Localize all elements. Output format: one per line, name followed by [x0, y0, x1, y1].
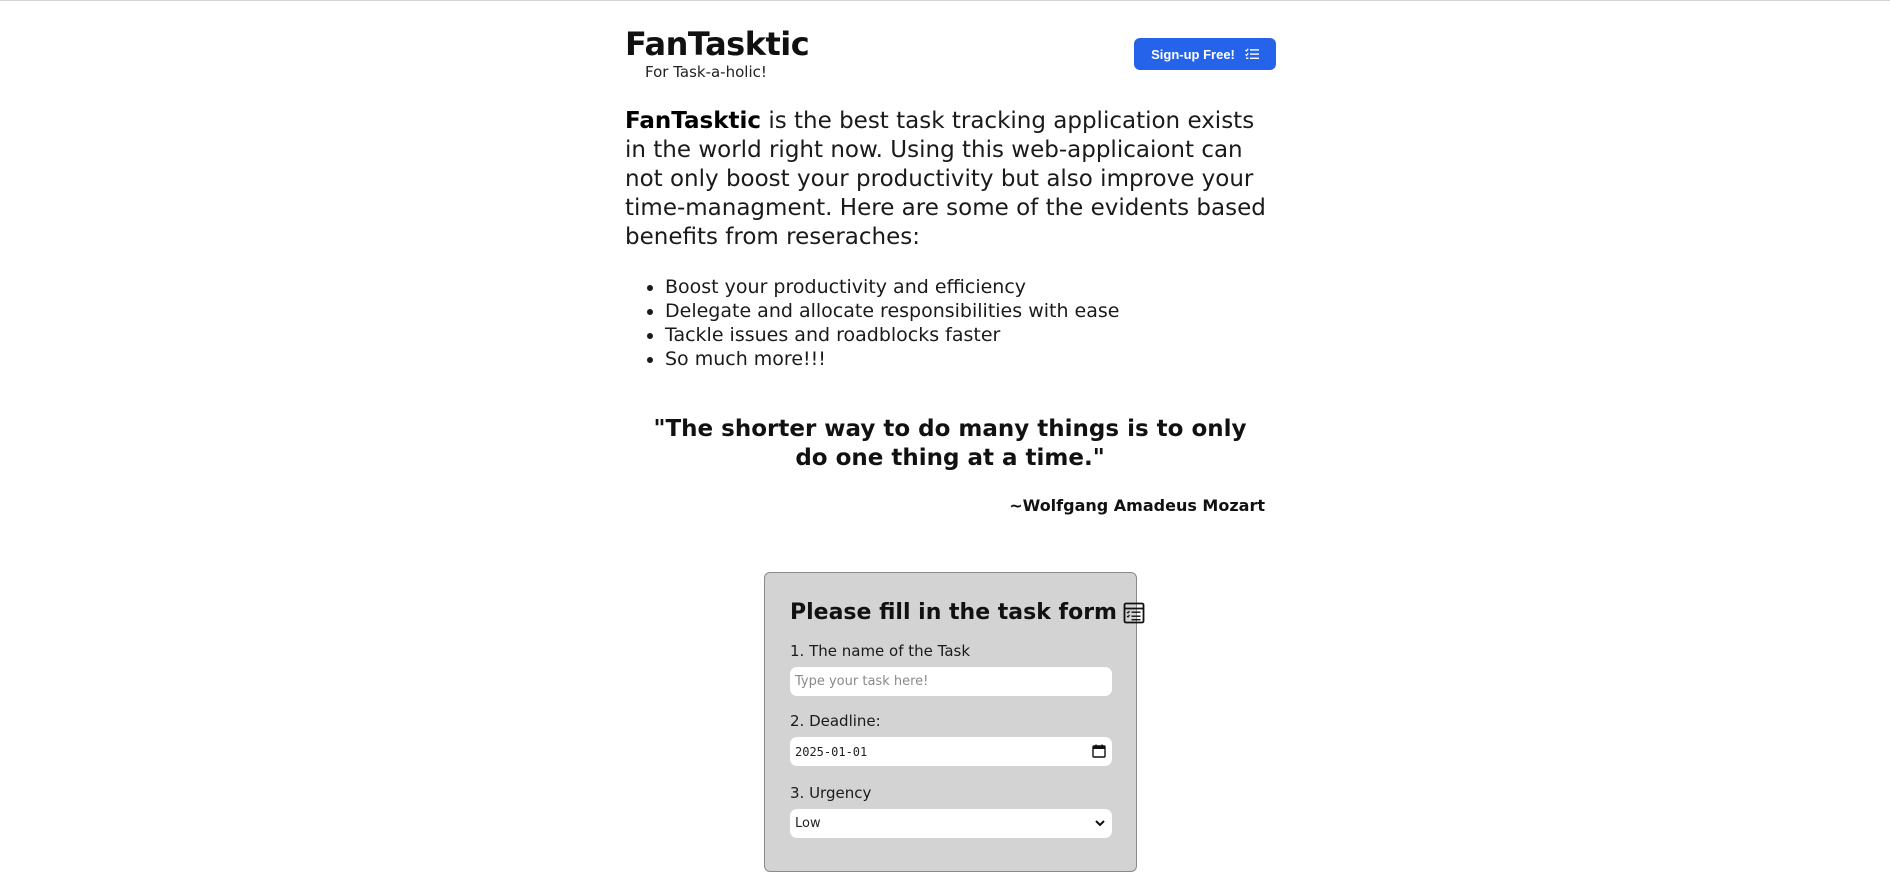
deadline-value: 2025-01-01 — [795, 744, 868, 759]
task-form: Please fill in the task form 1. The name… — [764, 572, 1145, 872]
task-name-input[interactable]: Type your task here! — [790, 667, 1112, 696]
deadline-input[interactable]: 2025-01-01 — [790, 737, 1112, 766]
chevron-down-icon — [1094, 818, 1106, 828]
urgency-select[interactable]: Low — [790, 809, 1112, 838]
list-item: Tackle issues and roadblocks faster — [665, 323, 1265, 347]
form-title: Please fill in the task form — [790, 599, 1145, 627]
quote-author: ~Wolfgang Amadeus Mozart — [1009, 496, 1265, 515]
calendar-icon[interactable] — [1092, 744, 1106, 758]
brand-title: FanTasktic — [625, 25, 810, 63]
list-item: So much more!!! — [665, 347, 1265, 371]
form-title-text: Please fill in the task form — [790, 600, 1117, 625]
site-header: FanTasktic For Task-a-holic! Sign-up Fre… — [625, 24, 1276, 84]
signup-button[interactable]: Sign-up Free! — [1134, 38, 1276, 70]
list-item: Boost your productivity and efficiency — [665, 275, 1265, 299]
deadline-label: 2. Deadline: — [790, 712, 881, 730]
task-list-icon — [1244, 48, 1259, 60]
task-name-placeholder: Type your task here! — [795, 674, 929, 689]
clipboard-list-icon — [1123, 602, 1145, 624]
signup-button-label: Sign-up Free! — [1151, 46, 1235, 62]
benefits-list: Boost your productivity and efficiency D… — [665, 275, 1265, 371]
urgency-label: 3. Urgency — [790, 784, 872, 802]
quote-text: "The shorter way to do many things is to… — [653, 416, 1247, 471]
urgency-value: Low — [795, 816, 821, 831]
task-name-label: 1. The name of the Task — [790, 642, 971, 660]
list-item: Delegate and allocate responsibilities w… — [665, 299, 1265, 323]
intro-brand: FanTasktic — [625, 108, 762, 134]
intro-paragraph: FanTasktic is the best task tracking app… — [625, 107, 1276, 252]
page-container: FanTasktic For Task-a-holic! Sign-up Fre… — [625, 0, 1276, 872]
brand-tagline: For Task-a-holic! — [645, 63, 767, 81]
